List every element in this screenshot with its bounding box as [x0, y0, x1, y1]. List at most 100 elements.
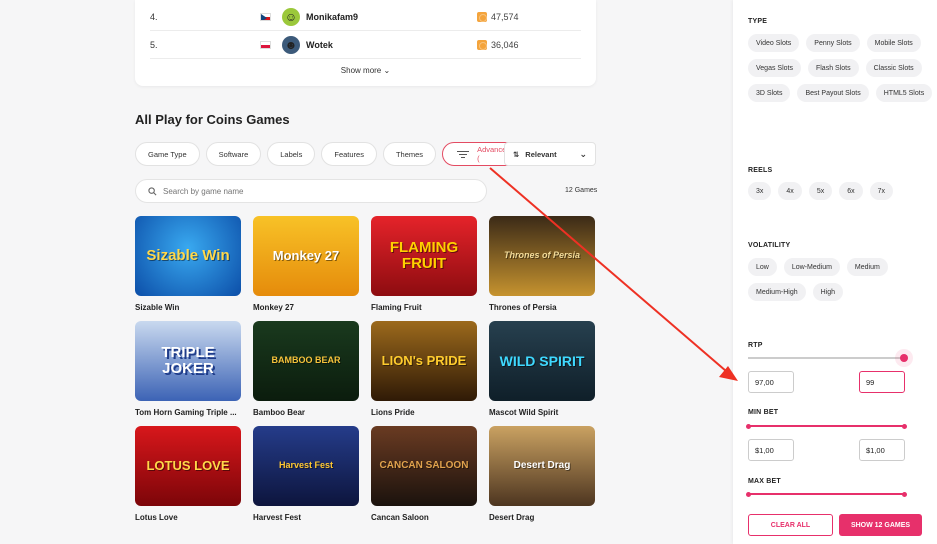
type-tags: Video Slots Penny Slots Mobile Slots Veg…: [748, 34, 933, 102]
rtp-max-field[interactable]: 99: [859, 371, 905, 393]
game-art-title: Thrones of Persia: [503, 250, 581, 261]
game-name: Cancan Saloon: [371, 513, 429, 522]
search-box[interactable]: [135, 179, 487, 203]
min-bet-max-value: $1,00: [866, 445, 885, 455]
filter-labels[interactable]: Labels: [267, 142, 316, 166]
game-thumbnail: LION's PRIDE: [371, 321, 477, 401]
tag-mobile-slots[interactable]: Mobile Slots: [866, 34, 921, 52]
tag-reels-3x[interactable]: 3x: [748, 182, 772, 200]
filter-game-type[interactable]: Game Type: [135, 142, 200, 166]
tag-volatility-medium-high[interactable]: Medium-High: [748, 283, 806, 301]
game-art-title: Desert Drag: [513, 459, 571, 471]
min-bet-max-field[interactable]: $1,00: [859, 439, 905, 461]
show-more-label: Show more: [340, 66, 382, 75]
sort-select[interactable]: ⇅ Relevant ⌄: [504, 142, 596, 166]
player-name: Wotek: [306, 39, 333, 50]
tag-reels-6x[interactable]: 6x: [839, 182, 863, 200]
min-bet-min-value: $1,00: [755, 445, 774, 455]
tag-best-payout-slots[interactable]: Best Payout Slots: [797, 84, 869, 102]
tag-reels-5x[interactable]: 5x: [808, 182, 833, 200]
tag-volatility-high[interactable]: High: [812, 283, 844, 301]
min-bet-heading: MIN BET: [748, 409, 779, 416]
main-content: 4. ☺ Monikafam9 47,574 5. ☻ Wotek 36,046…: [0, 0, 733, 544]
game-thumbnail: Desert Drag: [489, 426, 595, 506]
game-tile[interactable]: Desert Drag Desert Drag: [489, 426, 595, 531]
tag-volatility-medium[interactable]: Medium: [846, 258, 888, 276]
game-tile[interactable]: Thrones of Persia Thrones of Persia: [489, 216, 595, 321]
game-name: Monkey 27: [253, 303, 294, 312]
avatar: ☺: [282, 7, 300, 26]
game-art-title: WILD SPIRIT: [499, 352, 585, 369]
game-name: Lotus Love: [135, 513, 178, 522]
tag-3d-slots[interactable]: 3D Slots: [748, 84, 791, 102]
leaderboard-row[interactable]: 5. ☻ Wotek 36,046: [150, 31, 581, 59]
min-bet-slider-max-handle[interactable]: [902, 423, 907, 429]
game-tile[interactable]: Monkey 27 Monkey 27: [253, 216, 359, 321]
rtp-slider[interactable]: [748, 354, 908, 362]
games-count: 12 Games: [565, 187, 598, 194]
rtp-min-field[interactable]: 97,00: [748, 371, 794, 393]
game-art-title: Harvest Fest: [278, 460, 334, 471]
clear-all-button[interactable]: CLEAR ALL: [748, 514, 833, 536]
game-tile[interactable]: WILD SPIRIT Mascot Wild Spirit: [489, 321, 595, 426]
coin-icon: [477, 39, 487, 50]
game-thumbnail: Monkey 27: [253, 216, 359, 296]
game-tile[interactable]: FLAMING FRUIT Flaming Fruit: [371, 216, 477, 321]
game-art-title: BAMBOO BEAR: [271, 355, 341, 366]
game-name: Mascot Wild Spirit: [489, 408, 559, 417]
tag-penny-slots[interactable]: Penny Slots: [806, 34, 860, 52]
filter-sidebar: TYPE Video Slots Penny Slots Mobile Slot…: [733, 0, 937, 544]
max-bet-slider[interactable]: [746, 491, 907, 497]
min-bet-min-field[interactable]: $1,00: [748, 439, 794, 461]
tag-volatility-low-medium[interactable]: Low-Medium: [783, 258, 840, 276]
search-icon: [148, 186, 157, 195]
game-tile[interactable]: TRIPLE JOKER Tom Horn Gaming Triple ...: [135, 321, 241, 426]
coin-icon: [477, 11, 487, 22]
avatar: ☻: [282, 35, 300, 54]
filter-software[interactable]: Software: [205, 142, 262, 166]
game-tile[interactable]: Sizable Win Sizable Win: [135, 216, 241, 321]
search-input[interactable]: [163, 186, 463, 196]
game-tile[interactable]: BAMBOO BEAR Bamboo Bear: [253, 321, 359, 426]
game-name: Harvest Fest: [253, 513, 302, 522]
tag-vegas-slots[interactable]: Vegas Slots: [748, 59, 801, 77]
game-art-title: LION's PRIDE: [381, 353, 467, 369]
type-heading: TYPE: [748, 18, 768, 25]
min-bet-slider[interactable]: [746, 423, 907, 429]
rtp-slider-handle[interactable]: [900, 354, 908, 362]
game-tile[interactable]: LION's PRIDE Lions Pride: [371, 321, 477, 426]
game-thumbnail: FLAMING FRUIT: [371, 216, 477, 296]
tag-reels-4x[interactable]: 4x: [778, 182, 802, 200]
game-name: Thrones of Persia: [489, 303, 557, 312]
game-tile[interactable]: Harvest Fest Harvest Fest: [253, 426, 359, 531]
leaderboard-rank: 4.: [150, 11, 158, 22]
leaderboard-row[interactable]: 4. ☺ Monikafam9 47,574: [150, 3, 581, 31]
show-games-button[interactable]: SHOW 12 GAMES: [839, 514, 922, 536]
game-thumbnail: Harvest Fest: [253, 426, 359, 506]
filter-themes[interactable]: Themes: [382, 142, 437, 166]
game-art-title: TRIPLE JOKER: [161, 344, 215, 377]
tag-classic-slots[interactable]: Classic Slots: [865, 59, 922, 77]
game-tile[interactable]: CANCAN SALOON Cancan Saloon: [371, 426, 477, 531]
volatility-tags: Low Low-Medium Medium Medium-High High: [748, 258, 933, 301]
game-tile[interactable]: LOTUS LOVE Lotus Love: [135, 426, 241, 531]
tag-flash-slots[interactable]: Flash Slots: [807, 59, 859, 77]
game-thumbnail: Sizable Win: [135, 216, 241, 296]
game-thumbnail: Thrones of Persia: [489, 216, 595, 296]
tag-volatility-low[interactable]: Low: [748, 258, 777, 276]
filter-bar: Game Type Software Labels Features Theme…: [135, 142, 525, 166]
max-bet-slider-max-handle[interactable]: [902, 491, 907, 497]
min-bet-slider-min-handle[interactable]: [746, 423, 751, 429]
filter-features[interactable]: Features: [321, 142, 377, 166]
page-title: All Play for Coins Games: [135, 112, 290, 127]
show-more-button[interactable]: Show more ⌄: [135, 66, 596, 75]
player-name: Monikafam9: [306, 11, 359, 22]
tag-reels-7x[interactable]: 7x: [869, 182, 894, 200]
sort-label: Relevant: [525, 149, 557, 159]
max-bet-slider-min-handle[interactable]: [746, 491, 751, 497]
game-name: Flaming Fruit: [371, 303, 422, 312]
tag-video-slots[interactable]: Video Slots: [748, 34, 800, 52]
czech-flag-icon: [260, 12, 271, 21]
game-thumbnail: LOTUS LOVE: [135, 426, 241, 506]
tag-html5-slots[interactable]: HTML5 Slots: [875, 84, 933, 102]
